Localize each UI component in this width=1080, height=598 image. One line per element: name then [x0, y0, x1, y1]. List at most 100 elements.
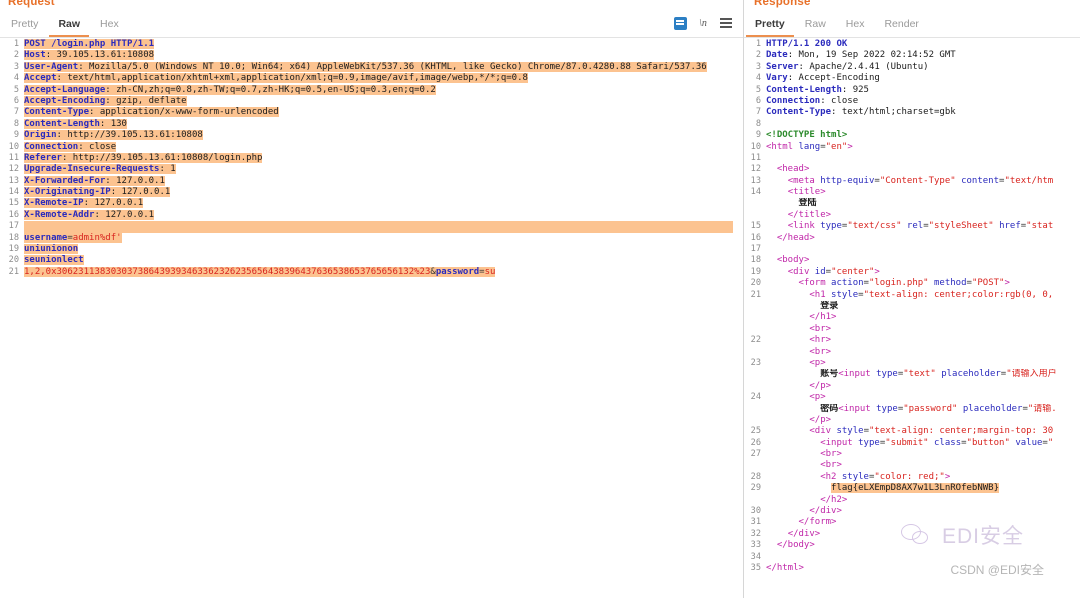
line-text: username=admin%df' [24, 232, 122, 243]
line-number: 18 [8, 232, 19, 243]
code-line: 账号<input type="text" placeholder="请输入用户 [744, 369, 1080, 380]
code-line: 10 <html lang="en"> [744, 142, 1080, 153]
request-code-view[interactable]: 1 POST /login.php HTTP/1.1 2 Host: 39.105.1… [0, 39, 743, 598]
request-panel: Request Pretty Raw Hex \n 1 POST /login.p… [0, 0, 744, 598]
line-number: 15 [8, 198, 19, 209]
line-number: 2 [13, 50, 19, 61]
line-number: 17 [750, 244, 761, 255]
line-text [766, 119, 1080, 130]
line-number: 29 [750, 483, 761, 494]
line-number: 13 [750, 175, 761, 186]
line-number: 32 [750, 528, 761, 539]
line-text: </form> [798, 517, 837, 528]
line-text: X-Originating-IP: 127.0.0.1 [24, 187, 171, 198]
code-line: 35 </html> [744, 563, 1080, 574]
line-text: Vary: Accept-Encoding [766, 73, 880, 84]
code-line: 9 Origin: http://39.105.13.61:10808 [0, 130, 743, 141]
line-text: <hr> [809, 335, 832, 346]
code-line: 19 uniunionon [0, 244, 743, 255]
line-number: 15 [750, 221, 761, 232]
hamburger-menu-icon[interactable] [719, 16, 733, 30]
response-code-view[interactable]: 1 HTTP/1.1 200 OK 2 Date: Mon, 19 Sep 2022 … [744, 39, 1080, 598]
code-line: 28 <h2 style="color: red;"> [744, 472, 1080, 483]
line-text: <html lang="en"> [766, 141, 853, 152]
code-line: 9 <!DOCTYPE html> [744, 130, 1080, 141]
code-line: 10 Connection: close [0, 141, 743, 153]
code-line: 22 <hr> [744, 335, 1080, 346]
line-number: 11 [8, 152, 19, 163]
code-line: 20 <form action="login.php" method="POST… [744, 278, 1080, 289]
code-line: 8 Content-Length: 130 [0, 118, 743, 130]
line-text: Connection: close [24, 141, 117, 152]
line-number: 24 [750, 392, 761, 403]
code-line: 13 X-Forwarded-For: 127.0.0.1 [0, 175, 743, 187]
line-text: <br> [820, 460, 842, 471]
code-line: 6 Connection: close [744, 96, 1080, 107]
line-number: 20 [8, 255, 19, 266]
code-line: 1 HTTP/1.1 200 OK [744, 39, 1080, 50]
code-line: <br> [744, 324, 1080, 335]
line-text: 1,2,0x3062311383030373864393934633623262… [24, 266, 496, 277]
line-text: 登陆 [798, 198, 817, 209]
line-text: X-Forwarded-For: 127.0.0.1 [24, 175, 165, 186]
line-text: <h2 style="color: red;"> [820, 471, 951, 482]
line-number: 12 [8, 164, 19, 175]
tab-response-pretty[interactable]: Pretty [746, 18, 794, 37]
code-line: 17 [0, 221, 743, 233]
line-text: Upgrade-Insecure-Requests: 1 [24, 164, 176, 175]
line-text: Accept-Encoding: gzip, deflate [24, 95, 187, 106]
line-number: 30 [750, 506, 761, 517]
tab-request-pretty[interactable]: Pretty [2, 18, 47, 37]
line-number: 21 [8, 266, 19, 277]
code-line: 7 Content-Type: application/x-www-form-ur… [0, 107, 743, 118]
tab-response-hex[interactable]: Hex [837, 18, 874, 37]
newline-icon[interactable]: \n [696, 16, 710, 30]
line-number: 10 [750, 141, 761, 152]
code-line: 4 Accept: text/html,application/xhtml+xml… [0, 73, 743, 84]
code-line: 21 1,2,0x30623113830303738643939346336232… [0, 266, 743, 278]
line-number: 9 [755, 130, 761, 141]
line-text: </head> [776, 232, 815, 243]
response-tabs: Pretty Raw Hex Render [744, 18, 928, 37]
line-number: 7 [13, 107, 19, 118]
line-text: <input type="submit" class="button" valu… [820, 437, 1054, 448]
code-line: 15 X-Remote-IP: 127.0.0.1 [0, 198, 743, 209]
line-text [766, 244, 1080, 255]
line-number: 2 [755, 50, 761, 61]
line-number: 23 [750, 357, 761, 368]
line-text: Content-Length: 925 [766, 84, 869, 95]
line-number: 31 [750, 517, 761, 528]
line-number: 16 [8, 209, 19, 220]
code-line: 18 username=admin%df' [0, 232, 743, 244]
line-text: flag{eLXEmpD8AX7w1L3LnROfebNWB} [831, 483, 1000, 494]
line-text: 账号<input type="text" placeholder="请输入用户 [820, 369, 1057, 380]
line-number: 28 [750, 471, 761, 482]
line-number: 17 [8, 221, 19, 232]
line-text: <div style="text-align: center;margin-to… [809, 426, 1054, 437]
tab-response-render[interactable]: Render [875, 18, 927, 37]
code-line: <br> [744, 347, 1080, 358]
document-icon[interactable] [673, 16, 687, 30]
line-text: Server: Apache/2.4.41 (Ubuntu) [766, 61, 929, 72]
line-number: 4 [755, 73, 761, 84]
tab-request-hex[interactable]: Hex [91, 18, 128, 37]
line-number: 8 [755, 118, 761, 129]
tab-response-raw[interactable]: Raw [796, 18, 835, 37]
line-number: 3 [755, 61, 761, 72]
line-text: <h1 style="text-align: center;color:rgb(… [809, 289, 1054, 300]
line-number: 16 [750, 232, 761, 243]
line-text: <title> [787, 187, 826, 198]
code-line: 15 <link type="text/css" rel="styleSheet… [744, 221, 1080, 232]
tab-request-raw[interactable]: Raw [49, 18, 90, 37]
code-line: 12 Upgrade-Insecure-Requests: 1 [0, 164, 743, 175]
code-line: 4 Vary: Accept-Encoding [744, 73, 1080, 84]
line-text: </body> [776, 540, 815, 551]
line-number: 20 [750, 278, 761, 289]
code-line: 14 X-Originating-IP: 127.0.0.1 [0, 187, 743, 198]
burp-repeater-window: Request Pretty Raw Hex \n 1 POST /login.p… [0, 0, 1080, 598]
code-line: 16 X-Remote-Addr: 127.0.0.1 [0, 209, 743, 221]
code-line: 26 <input type="submit" class="button" v… [744, 438, 1080, 449]
code-line: 33 </body> [744, 540, 1080, 551]
response-panel: Response Pretty Raw Hex Render 1 HTTP/1.1… [744, 0, 1080, 598]
line-number: 14 [8, 187, 19, 198]
